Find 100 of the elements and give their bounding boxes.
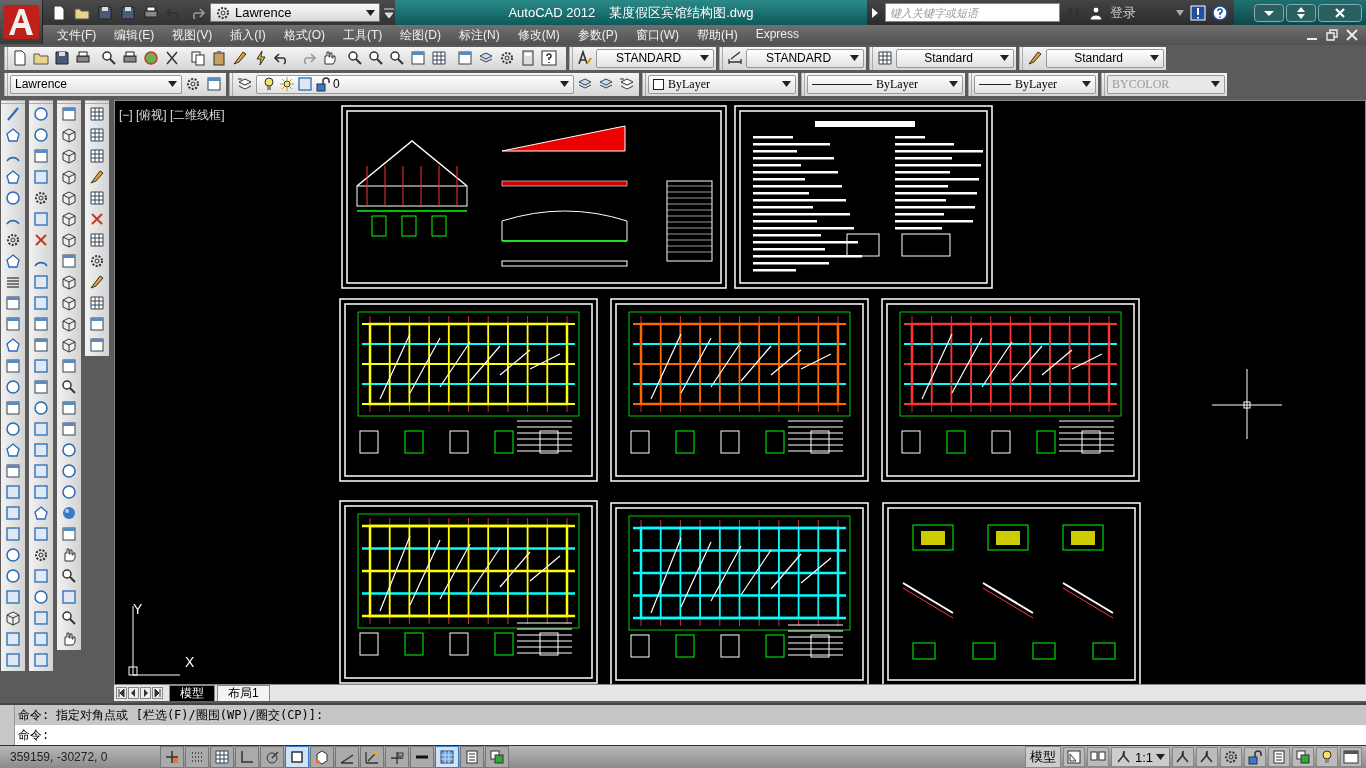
gear-icon[interactable] xyxy=(5,232,21,248)
cube-icon[interactable] xyxy=(61,316,77,332)
drafting-toggle-button[interactable] xyxy=(335,746,359,768)
menu-item[interactable]: 帮助(H) xyxy=(688,26,747,44)
magnifier-icon[interactable] xyxy=(347,50,363,66)
layerprev-icon[interactable] xyxy=(619,76,635,92)
window-icon[interactable] xyxy=(61,358,77,374)
menu-item[interactable]: 视图(V) xyxy=(163,26,222,44)
drafting-toggle-button[interactable] xyxy=(160,746,184,768)
magnifier-icon[interactable] xyxy=(61,610,77,626)
window-icon[interactable] xyxy=(33,316,49,332)
line-icon[interactable] xyxy=(5,106,21,122)
square-icon[interactable] xyxy=(33,295,49,311)
grid-icon[interactable] xyxy=(89,190,105,206)
window-icon[interactable] xyxy=(61,526,77,542)
square-icon[interactable] xyxy=(61,589,77,605)
magnifier-icon[interactable] xyxy=(61,568,77,584)
scissors-icon[interactable] xyxy=(164,50,180,66)
helpcircle-icon[interactable] xyxy=(1212,4,1228,21)
drawing-canvas[interactable]: [−] [俯视] [二维线框] Y X xyxy=(114,100,1366,685)
square-icon[interactable] xyxy=(5,652,21,668)
cube-icon[interactable] xyxy=(61,337,77,353)
drafting-toggle-button[interactable] xyxy=(285,746,309,768)
window-icon[interactable] xyxy=(61,106,77,122)
brush-icon[interactable] xyxy=(1027,50,1043,66)
workspace-dropdown[interactable]: Lawrence xyxy=(210,3,380,22)
square-icon[interactable] xyxy=(5,505,21,521)
gear-icon[interactable] xyxy=(499,50,515,66)
command-input-field[interactable]: 命令: xyxy=(15,725,1366,745)
person-icon[interactable] xyxy=(1175,749,1191,765)
window-icon[interactable] xyxy=(89,316,105,332)
sphere-icon[interactable] xyxy=(61,505,77,521)
next-tab-icon[interactable] xyxy=(140,687,151,699)
square-icon[interactable] xyxy=(33,274,49,290)
circle-icon[interactable] xyxy=(5,547,21,563)
grid-icon[interactable] xyxy=(89,106,105,122)
square-icon[interactable] xyxy=(33,421,49,437)
magnifier-icon[interactable] xyxy=(389,50,405,66)
circle-icon[interactable] xyxy=(33,106,49,122)
dimstyle-icon[interactable] xyxy=(727,50,743,66)
cube-icon[interactable] xyxy=(61,148,77,164)
gear-icon[interactable] xyxy=(1223,749,1239,765)
caret-icon[interactable] xyxy=(1176,9,1184,16)
drafting-toggle-button[interactable] xyxy=(235,746,259,768)
window-icon[interactable] xyxy=(5,358,21,374)
window-icon[interactable] xyxy=(5,463,21,479)
help-icon[interactable] xyxy=(541,50,557,66)
circle-icon[interactable] xyxy=(33,400,49,416)
lineweight-dropdown[interactable]: ByLayer xyxy=(974,74,1096,94)
square-icon[interactable] xyxy=(33,169,49,185)
window-icon[interactable] xyxy=(5,400,21,416)
model-space-button[interactable]: 模型 xyxy=(1024,746,1061,768)
window-icon[interactable] xyxy=(89,337,105,353)
window-icon[interactable] xyxy=(206,76,222,92)
linetype-dropdown[interactable]: ByLayer xyxy=(807,74,963,94)
square-icon[interactable] xyxy=(5,631,21,647)
window-icon[interactable] xyxy=(5,316,21,332)
menu-item[interactable]: 参数(P) xyxy=(568,26,627,44)
cube-icon[interactable] xyxy=(61,211,77,227)
cube-icon[interactable] xyxy=(61,127,77,143)
drafting-toggle-button[interactable] xyxy=(435,746,459,768)
hatch-icon[interactable] xyxy=(5,274,21,290)
bulb-icon[interactable] xyxy=(1319,749,1335,765)
hand-icon[interactable] xyxy=(61,547,77,563)
magnifier-icon[interactable] xyxy=(368,50,384,66)
menu-item[interactable]: 工具(T) xyxy=(334,26,392,44)
layer-dropdown[interactable]: 0 xyxy=(256,74,574,94)
user-icon[interactable] xyxy=(1088,4,1104,21)
polygon-icon[interactable] xyxy=(5,169,21,185)
circle-icon[interactable] xyxy=(61,442,77,458)
last-tab-icon[interactable] xyxy=(152,687,163,699)
printer-icon[interactable] xyxy=(75,50,91,66)
folder-icon[interactable] xyxy=(33,50,49,66)
cross-icon[interactable] xyxy=(33,232,49,248)
polygon-icon[interactable] xyxy=(5,253,21,269)
style-dropdown[interactable]: STANDARD xyxy=(596,48,714,68)
window-icon[interactable] xyxy=(61,421,77,437)
menu-item[interactable]: 编辑(E) xyxy=(105,26,164,44)
circle-icon[interactable] xyxy=(61,463,77,479)
drafting-toggle-button[interactable] xyxy=(360,746,384,768)
circle-icon[interactable] xyxy=(5,421,21,437)
clipboard-icon[interactable] xyxy=(211,50,227,66)
layout-tab[interactable]: 模型 xyxy=(169,685,215,701)
gear-icon[interactable] xyxy=(33,547,49,563)
maximize-icon[interactable] xyxy=(1286,3,1316,22)
drafting-toggle-button[interactable] xyxy=(410,746,434,768)
grid-icon[interactable] xyxy=(89,148,105,164)
brush-icon[interactable] xyxy=(232,50,248,66)
square-icon[interactable] xyxy=(33,652,49,668)
gear-icon[interactable] xyxy=(33,190,49,206)
square-icon[interactable] xyxy=(33,526,49,542)
square-icon[interactable] xyxy=(33,442,49,458)
window-icon[interactable] xyxy=(61,253,77,269)
square-icon[interactable] xyxy=(33,358,49,374)
file-icon[interactable] xyxy=(12,50,28,66)
bolt-icon[interactable] xyxy=(253,50,269,66)
style-dropdown[interactable]: STANDARD xyxy=(746,48,864,68)
square-icon[interactable] xyxy=(5,589,21,605)
magnifier-icon[interactable] xyxy=(61,379,77,395)
printer-icon[interactable] xyxy=(143,4,159,21)
